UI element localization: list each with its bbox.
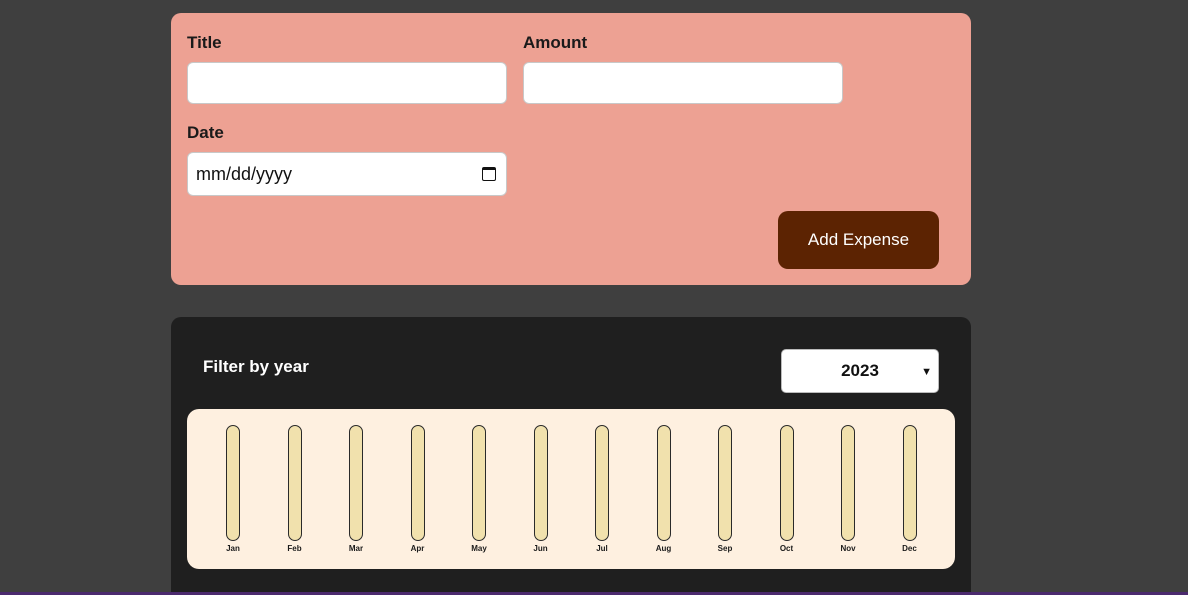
chart-bar-track: [287, 425, 302, 541]
calendar-icon[interactable]: [482, 167, 496, 181]
selected-year: 2023: [841, 361, 879, 380]
filter-label: Filter by year: [203, 357, 309, 376]
chart-bar-label: Jan: [226, 544, 240, 553]
new-expense-form: Title Amount Date mm/dd/yyyy Add Expense: [171, 13, 971, 285]
chart-bar-label: Nov: [840, 544, 856, 553]
chart-bar-jul: Jul: [588, 425, 616, 565]
date-input[interactable]: mm/dd/yyyy: [187, 152, 507, 196]
chart-bar-dec: Dec: [896, 425, 924, 565]
chart-bar-nov: Nov: [834, 425, 862, 565]
amount-input[interactable]: [523, 62, 843, 104]
chart-bar-mar: Mar: [342, 425, 370, 565]
chart-bar-jun: Jun: [527, 425, 555, 565]
chart-bar-track: [718, 425, 732, 541]
expenses-chart: Jan Feb Mar Apr May Jun Jul Aug Sep Oct Nov Dec: [187, 409, 955, 569]
date-label: Date: [187, 123, 224, 142]
chart-bar-track: [349, 425, 363, 541]
chart-bar-oct: Oct: [773, 425, 801, 565]
expenses-panel: Filter by year 2023 ▼ Jan Feb Mar Apr May Jun…: [171, 317, 971, 595]
chart-bar-jan: Jan: [219, 425, 247, 565]
date-control: Date mm/dd/yyyy: [187, 123, 507, 196]
chart-bar-label: Aug: [655, 544, 672, 553]
chart-bar-track: [841, 425, 855, 541]
amount-control: Amount: [523, 33, 843, 104]
chart-bar-label: Oct: [779, 544, 794, 553]
title-input[interactable]: [187, 62, 507, 104]
chart-bar-label: Mar: [348, 544, 364, 553]
date-placeholder: mm/dd/yyyy: [196, 163, 293, 184]
chart-bar-aug: Aug: [650, 425, 678, 565]
chart-bar-feb: Feb: [281, 425, 309, 565]
chart-bar-track: [410, 425, 425, 541]
chart-bar-track: [226, 425, 240, 541]
chart-bar-track: [595, 425, 609, 541]
chart-bar-label: May: [471, 544, 487, 553]
chart-bar-may: May: [465, 425, 493, 565]
chart-bar-track: [779, 425, 794, 541]
chart-bar-sep: Sep: [711, 425, 739, 565]
year-select[interactable]: 2023 ▼: [781, 349, 939, 393]
chart-bar-label: Jun: [533, 544, 548, 553]
chart-bar-label: Dec: [902, 544, 917, 553]
chart-bar-track: [533, 425, 548, 541]
chart-bar-label: Jul: [596, 544, 608, 553]
chart-bar-label: Sep: [717, 544, 733, 553]
amount-label: Amount: [523, 33, 588, 52]
chart-bar-track: [656, 425, 671, 541]
chevron-down-icon: ▼: [921, 366, 932, 378]
chart-bar-label: Feb: [287, 544, 302, 553]
chart-bar-apr: Apr: [404, 425, 432, 565]
chart-bar-track: [472, 425, 486, 541]
add-expense-button[interactable]: Add Expense: [778, 211, 939, 269]
title-label: Title: [187, 33, 222, 52]
chart-bar-label: Apr: [410, 544, 425, 553]
chart-bar-track: [902, 425, 917, 541]
title-control: Title: [187, 33, 507, 104]
